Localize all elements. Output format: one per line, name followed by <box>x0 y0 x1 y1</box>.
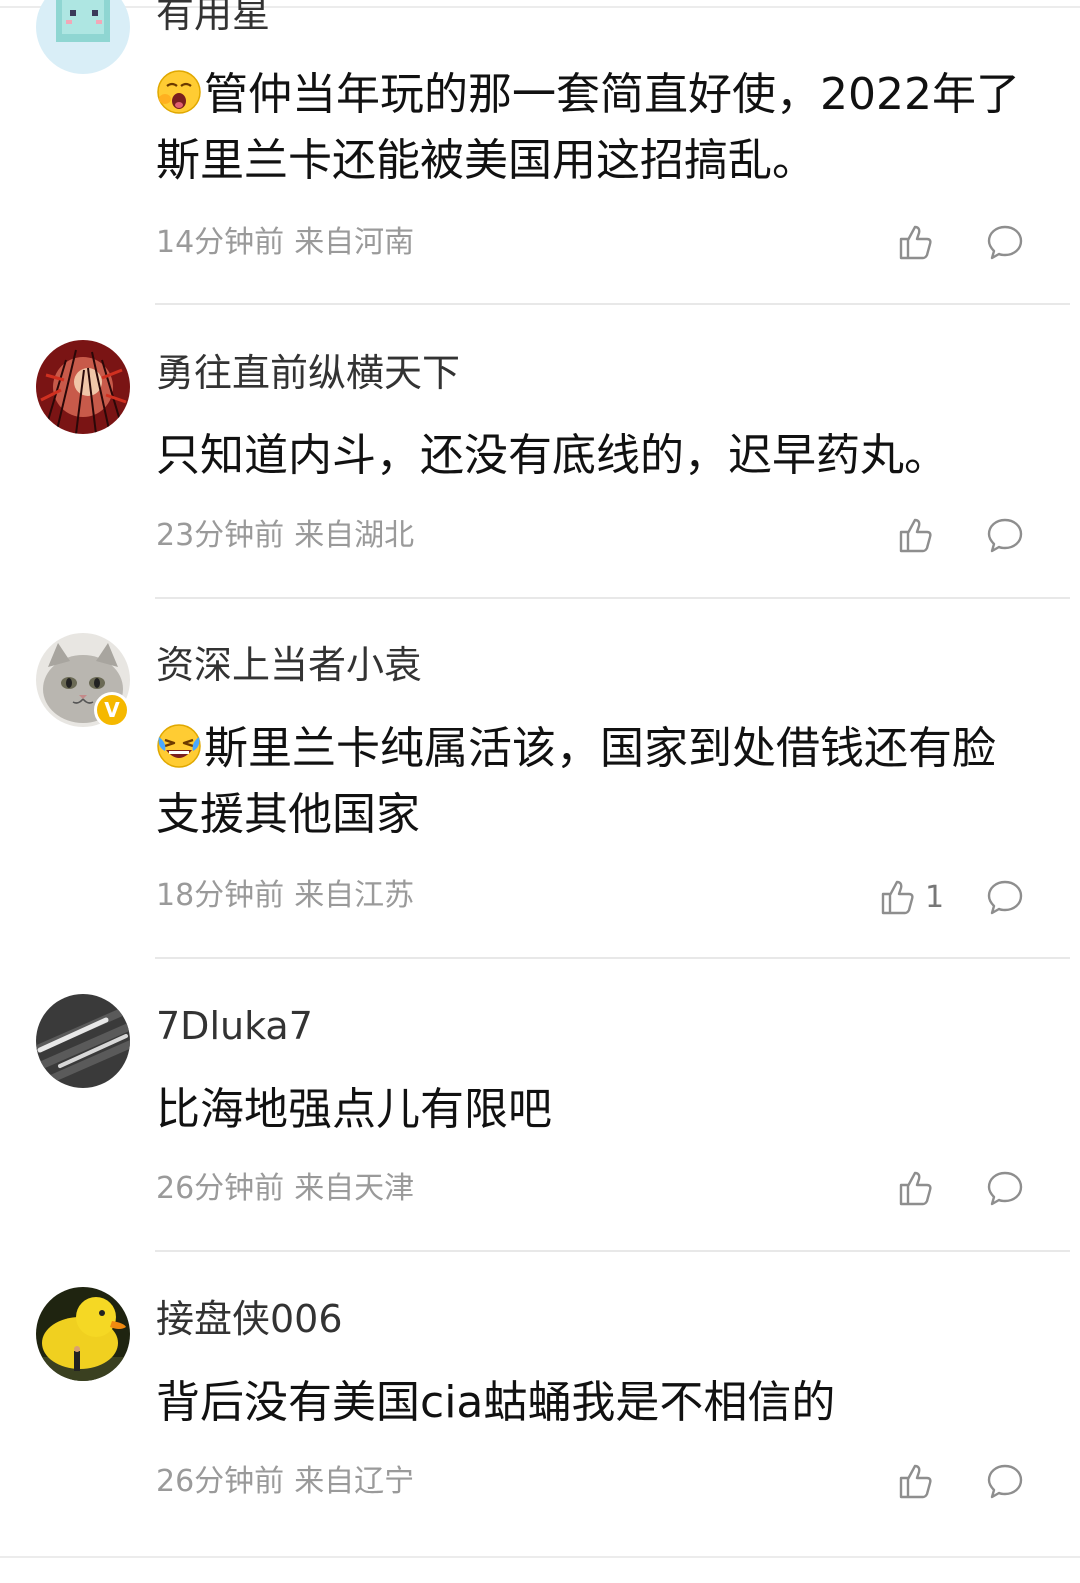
like-button[interactable] <box>895 1168 943 1208</box>
avatar[interactable] <box>36 1287 130 1381</box>
comment-divider <box>155 957 1070 959</box>
comment-location: 来自江苏 <box>294 878 415 913</box>
avatar[interactable] <box>36 0 130 74</box>
reply-button[interactable] <box>985 515 1025 555</box>
comment-meta: 18分钟前 来自江苏 <box>156 876 414 916</box>
avatar[interactable] <box>36 340 130 434</box>
speech-bubble-icon <box>987 1464 1023 1499</box>
comment-time: 18分钟前 <box>156 878 285 913</box>
comment-time: 23分钟前 <box>156 518 285 553</box>
comment-location: 来自辽宁 <box>294 1464 415 1499</box>
pixel-character-avatar-icon <box>36 0 130 74</box>
comment-text: 比海地强点儿有限吧 <box>156 1077 1036 1143</box>
striped-dark-avatar-icon <box>36 994 130 1088</box>
comment-location: 来自河南 <box>294 225 415 260</box>
comment-text: 斯里兰卡纯属活该，国家到处借钱还有脸支援其他国家 <box>156 716 1036 848</box>
like-count: 1 <box>925 879 945 915</box>
laughing-crying-emoji-icon <box>157 724 201 768</box>
verified-badge: V <box>94 692 130 728</box>
speech-bubble-icon <box>987 518 1023 553</box>
comment-meta: 26分钟前 来自辽宁 <box>156 1462 414 1502</box>
thumbs-up-icon <box>881 880 914 915</box>
like-button[interactable] <box>895 222 943 262</box>
username[interactable]: 有用星 <box>156 0 270 36</box>
reply-button[interactable] <box>985 222 1025 262</box>
comment-time: 26分钟前 <box>156 1171 285 1206</box>
comment-time: 26分钟前 <box>156 1464 285 1499</box>
comment-text-body: 只知道内斗，还没有底线的，迟早药丸。 <box>156 430 948 481</box>
like-button[interactable] <box>895 1461 943 1501</box>
like-button[interactable] <box>895 515 943 555</box>
comment-text: 背后没有美国cia蛄蛹我是不相信的 <box>156 1370 1036 1436</box>
username[interactable]: 资深上当者小袁 <box>156 643 422 687</box>
comment-divider <box>155 1250 1070 1252</box>
like-button[interactable]: 1 <box>877 877 944 917</box>
reply-button[interactable] <box>985 877 1025 917</box>
username[interactable]: 勇往直前纵横天下 <box>156 351 460 395</box>
comment-text-body: 斯里兰卡纯属活该，国家到处借钱还有脸支援其他国家 <box>156 723 996 840</box>
comment-divider <box>155 597 1070 599</box>
comment-meta: 23分钟前 来自湖北 <box>156 516 414 556</box>
comment-location: 来自天津 <box>294 1171 415 1206</box>
comment-text-body: 比海地强点儿有限吧 <box>156 1084 552 1135</box>
comment-meta: 14分钟前 来自河南 <box>156 223 414 263</box>
bottom-divider <box>0 1556 1080 1558</box>
comment-location: 来自湖北 <box>294 518 415 553</box>
thumbs-up-icon <box>899 518 932 553</box>
comment-text-body: 背后没有美国cia蛄蛹我是不相信的 <box>156 1377 836 1428</box>
comment-text-body: 管仲当年玩的那一套简直好使，2022年了斯里兰卡还能被美国用这招搞乱。 <box>156 69 1020 186</box>
username[interactable]: 接盘侠006 <box>156 1297 343 1341</box>
comment-text: 只知道内斗，还没有底线的，迟早药丸。 <box>156 423 1036 489</box>
reply-button[interactable] <box>985 1461 1025 1501</box>
speech-bubble-icon <box>987 225 1023 260</box>
speech-bubble-icon <box>987 880 1023 915</box>
thumbs-up-icon <box>899 1171 932 1206</box>
comment-time: 14分钟前 <box>156 225 285 260</box>
speech-bubble-icon <box>987 1171 1023 1206</box>
thumbs-up-icon <box>899 1464 932 1499</box>
avatar[interactable] <box>36 994 130 1088</box>
red-forest-avatar-icon <box>36 340 130 434</box>
thumbs-up-icon <box>899 225 932 260</box>
comment-divider <box>155 303 1070 305</box>
yawning-face-emoji-icon <box>157 70 201 114</box>
username[interactable]: 7Dluka7 <box>156 1004 313 1048</box>
reply-button[interactable] <box>985 1168 1025 1208</box>
yellow-duck-avatar-icon <box>36 1287 130 1381</box>
comment-text: 管仲当年玩的那一套简直好使，2022年了斯里兰卡还能被美国用这招搞乱。 <box>156 62 1036 194</box>
comment-meta: 26分钟前 来自天津 <box>156 1169 414 1209</box>
